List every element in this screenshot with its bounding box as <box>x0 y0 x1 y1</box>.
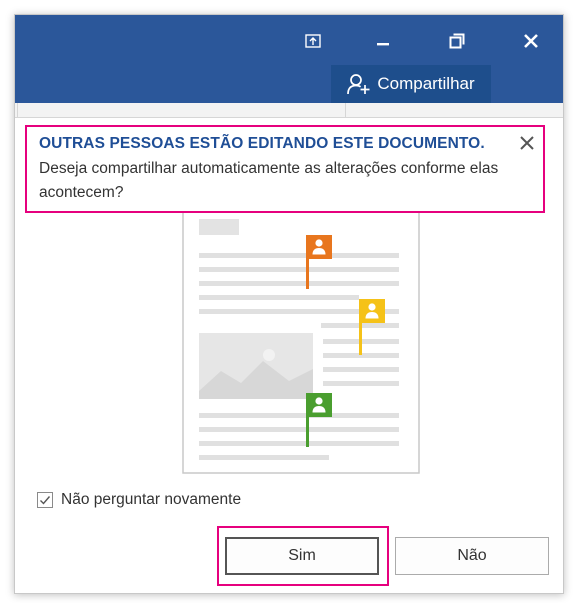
yes-button[interactable]: Sim <box>225 537 379 575</box>
share-dialog-window: Compartilhar OUTRAS PESSOAS ESTÃO EDITAN… <box>14 14 564 594</box>
title-bar: Compartilhar <box>15 15 563 103</box>
coauthoring-illustration <box>182 213 420 474</box>
ribbon-strip <box>15 103 563 118</box>
add-person-icon <box>347 74 370 95</box>
notice-close-button[interactable] <box>517 133 537 153</box>
minimize-icon <box>377 43 389 46</box>
dont-ask-again-checkbox[interactable] <box>37 492 53 508</box>
close-icon <box>524 34 538 48</box>
restore-icon <box>449 33 465 49</box>
notice-title: OUTRAS PESSOAS ESTÃO EDITANDO ESTE DOCUM… <box>39 135 485 152</box>
share-button-label: Compartilhar <box>377 74 475 93</box>
close-icon <box>520 136 534 150</box>
dont-ask-again-label: Não perguntar novamente <box>61 491 242 508</box>
editing-notice: OUTRAS PESSOAS ESTÃO EDITANDO ESTE DOCUM… <box>25 125 545 213</box>
checkmark-icon <box>40 496 51 505</box>
no-button[interactable]: Não <box>395 537 549 575</box>
close-button[interactable] <box>509 23 553 59</box>
dont-ask-again-row: Não perguntar novamente <box>37 491 241 509</box>
ribbon-divider <box>345 103 346 117</box>
minimize-button[interactable] <box>361 23 405 59</box>
share-button[interactable]: Compartilhar <box>331 65 491 103</box>
restore-button[interactable] <box>435 23 479 59</box>
ribbon-display-options-button[interactable] <box>291 23 335 59</box>
ribbon-divider <box>17 103 18 117</box>
ribbon-display-options-icon <box>305 34 321 48</box>
notice-message: Deseja compartilhar automaticamente as a… <box>39 160 499 201</box>
